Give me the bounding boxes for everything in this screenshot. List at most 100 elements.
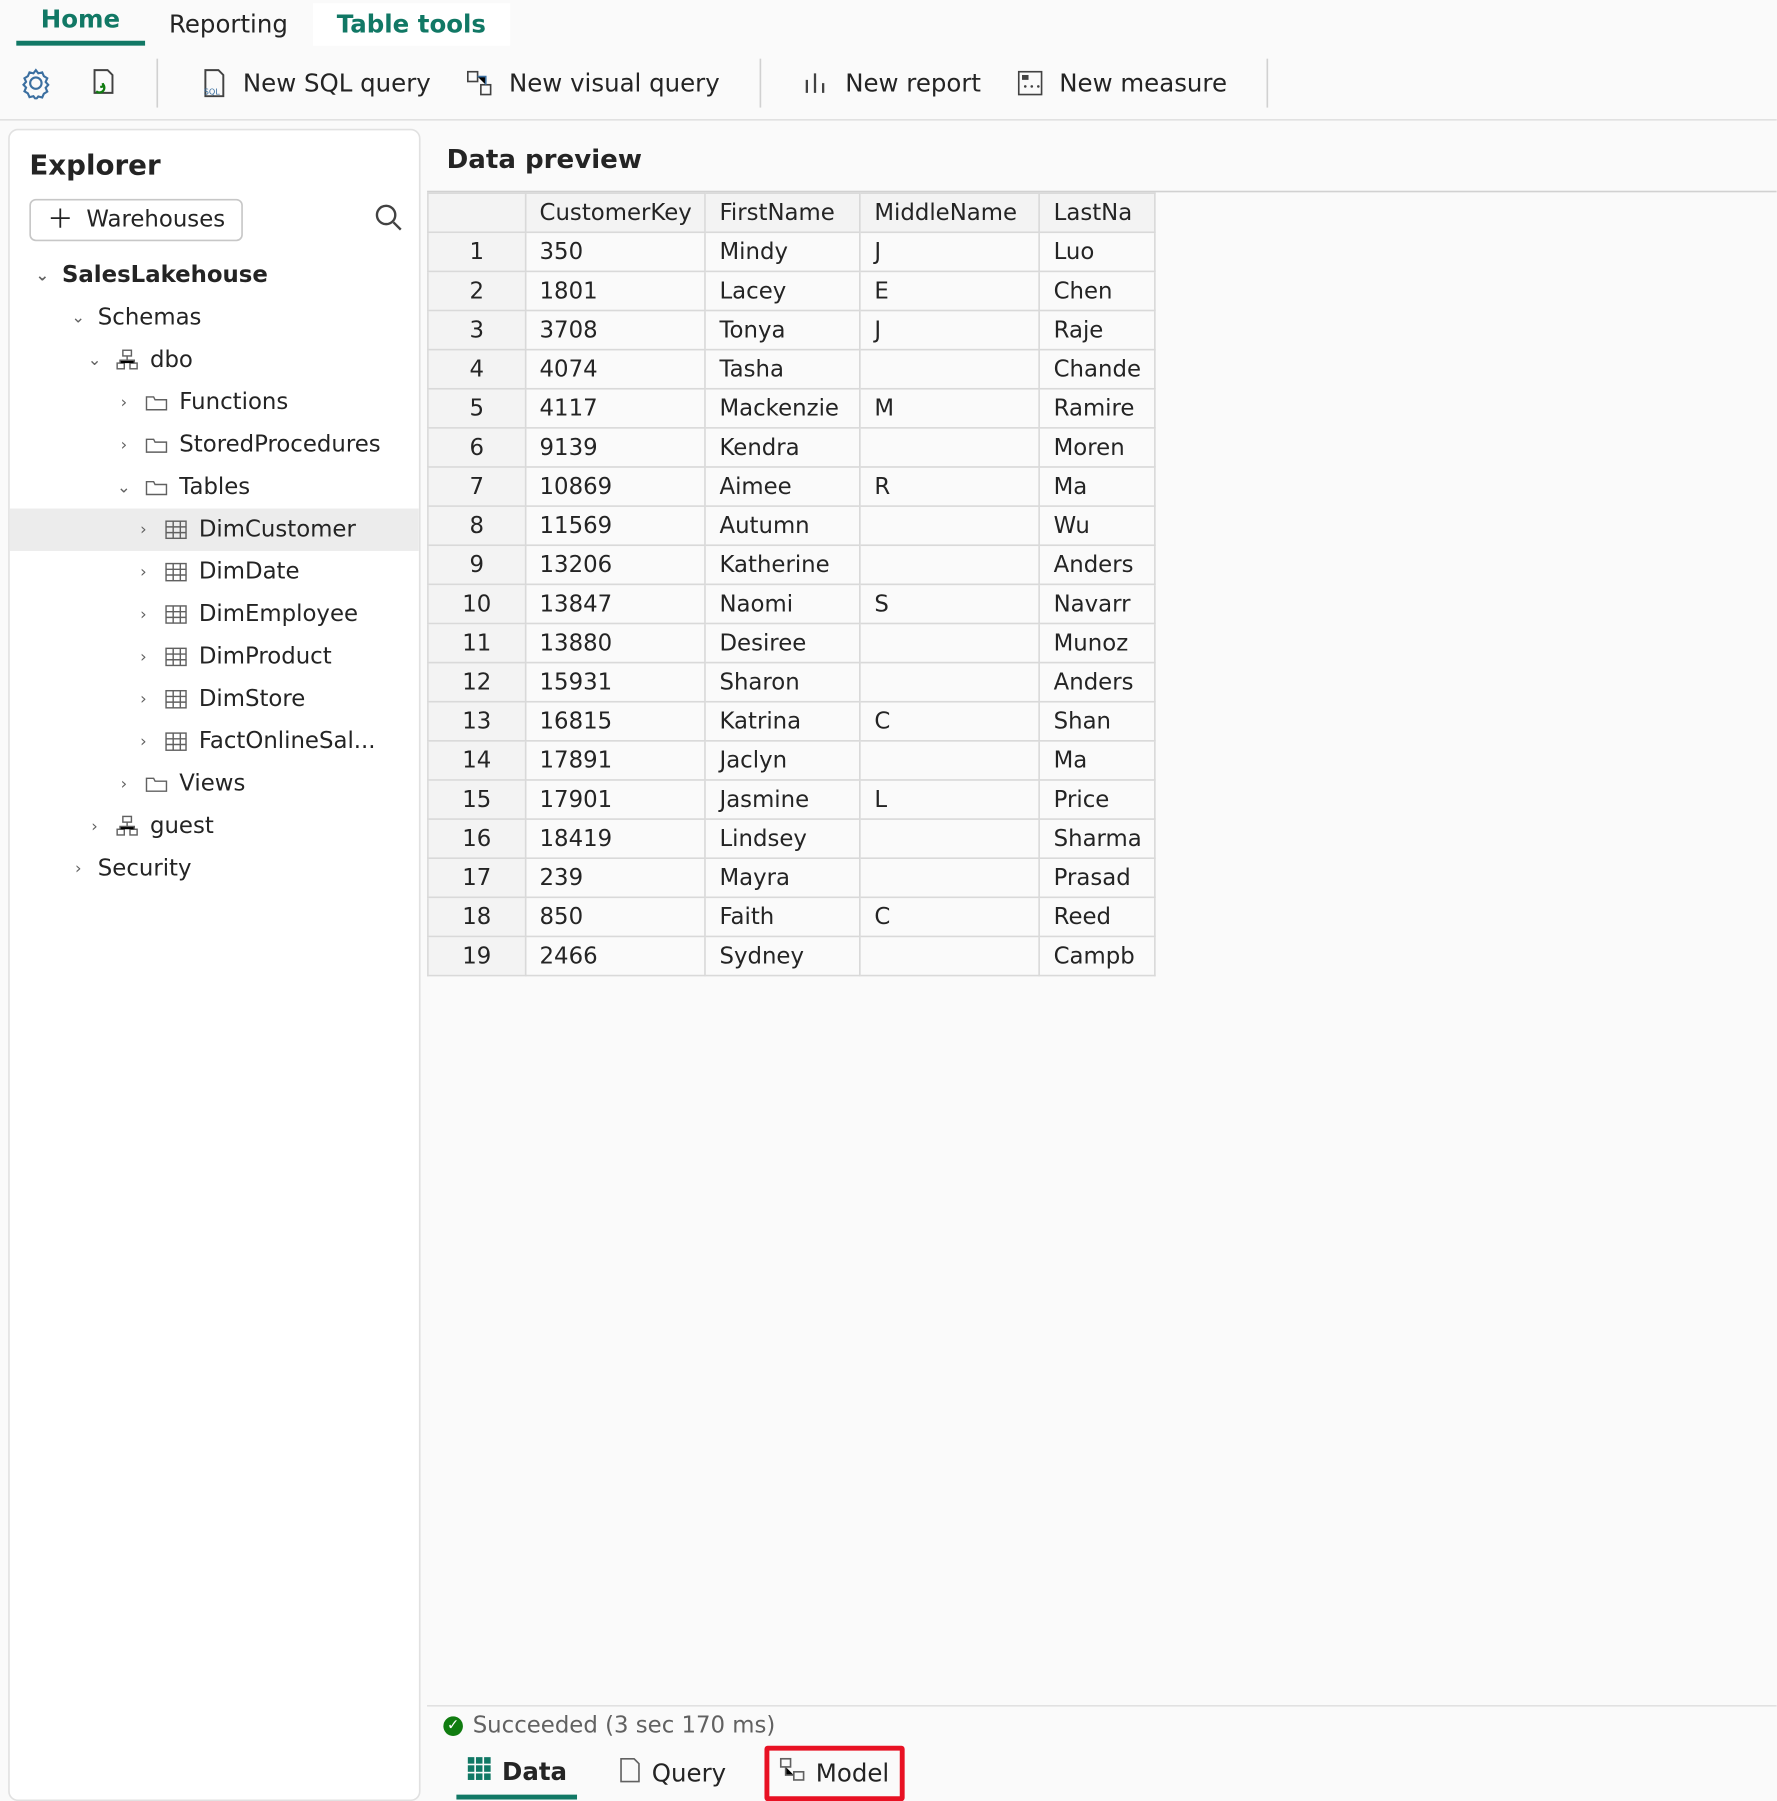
column-header-lastna[interactable]: LastNa (1040, 193, 1156, 232)
table-row[interactable]: 1517901JasmineLPrice (428, 780, 1156, 819)
ribbon-tab-strip: Home Reporting Table tools (0, 0, 1777, 46)
explorer-tree: ⌄SalesLakehouse ⌄Schemas ⌄dbo ›Functions… (10, 254, 419, 1799)
table-row[interactable]: 18850FaithCReed (428, 897, 1156, 936)
preview-title: Data preview (427, 121, 1777, 191)
row-number[interactable]: 6 (428, 428, 526, 467)
folder-icon (143, 390, 169, 416)
tree-views[interactable]: ›Views (10, 763, 419, 805)
row-header-blank[interactable] (428, 193, 526, 232)
tree-table-dimdate[interactable]: ›DimDate (10, 551, 419, 593)
table-row[interactable]: 1013847NaomiSNavarr (428, 584, 1156, 623)
warehouses-button[interactable]: ＋ Warehouses (29, 199, 243, 241)
table-row[interactable]: 710869AimeeRMa (428, 467, 1156, 506)
table-row[interactable]: 1417891JaclynMa (428, 741, 1156, 780)
grid-icon (466, 1755, 492, 1788)
chevron-down-icon: ⌄ (68, 309, 88, 327)
new-visual-label: New visual query (509, 68, 720, 97)
toolbar-separator (156, 58, 158, 107)
tree-table-factonlinesal[interactable]: ›FactOnlineSal... (10, 720, 419, 762)
tab-model[interactable]: Model (765, 1746, 904, 1801)
table-icon (163, 559, 189, 585)
row-number[interactable]: 15 (428, 780, 526, 819)
tab-data-label: Data (502, 1756, 567, 1785)
chevron-right-icon: › (134, 606, 154, 624)
tree-table-dimemployee[interactable]: ›DimEmployee (10, 593, 419, 635)
visual-query-icon (463, 66, 496, 99)
row-number[interactable]: 8 (428, 506, 526, 545)
row-number[interactable]: 4 (428, 350, 526, 389)
tree-table-dimproduct[interactable]: ›DimProduct (10, 636, 419, 678)
chevron-right-icon: › (68, 860, 88, 878)
new-sql-query-button[interactable]: SQL New SQL query (197, 66, 430, 99)
tree-schema-dbo[interactable]: ⌄dbo (10, 339, 419, 381)
row-number[interactable]: 5 (428, 389, 526, 428)
row-number[interactable]: 9 (428, 545, 526, 584)
row-number[interactable]: 2 (428, 271, 526, 310)
table-row[interactable]: 21801LaceyEChen (428, 271, 1156, 310)
explorer-title: Explorer (10, 130, 419, 198)
row-number[interactable]: 3 (428, 311, 526, 350)
explorer-header: ＋ Warehouses (10, 199, 419, 254)
folder-icon (143, 432, 169, 458)
column-header-customerkey[interactable]: CustomerKey (526, 193, 706, 232)
table-row[interactable]: 1350MindyJLuo (428, 232, 1156, 271)
ribbon-tab-home[interactable]: Home (16, 0, 144, 46)
row-number[interactable]: 19 (428, 936, 526, 975)
tree-storedprocedures[interactable]: ›StoredProcedures (10, 424, 419, 466)
row-number[interactable]: 18 (428, 897, 526, 936)
table-row[interactable]: 1113880DesireeMunoz (428, 623, 1156, 662)
warehouses-label: Warehouses (86, 207, 225, 233)
table-row[interactable]: 33708TonyaJRaje (428, 311, 1156, 350)
tree-table-dimstore[interactable]: ›DimStore (10, 678, 419, 720)
status-text: Succeeded (3 sec 170 ms) (473, 1713, 776, 1739)
table-row[interactable]: 69139KendraMoren (428, 428, 1156, 467)
data-grid[interactable]: CustomerKeyFirstNameMiddleNameLastNa1350… (427, 191, 1777, 1705)
tree-security[interactable]: ›Security (10, 848, 419, 890)
chevron-right-icon: › (134, 690, 154, 708)
chevron-right-icon: › (114, 394, 134, 412)
chevron-right-icon: › (114, 436, 134, 454)
row-number[interactable]: 16 (428, 819, 526, 858)
ribbon-tab-reporting[interactable]: Reporting (145, 3, 313, 45)
table-row[interactable]: 1316815KatrinaCShan (428, 702, 1156, 741)
column-header-firstname[interactable]: FirstName (706, 193, 861, 232)
report-icon (800, 66, 833, 99)
row-number[interactable]: 14 (428, 741, 526, 780)
tree-functions[interactable]: ›Functions (10, 381, 419, 423)
table-row[interactable]: 54117MackenzieMRamire (428, 389, 1156, 428)
chevron-right-icon: › (134, 521, 154, 539)
tree-tables[interactable]: ⌄Tables (10, 466, 419, 508)
gear-icon[interactable] (20, 66, 53, 99)
new-report-button[interactable]: New report (800, 66, 981, 99)
row-number[interactable]: 1 (428, 232, 526, 271)
tree-table-dimcustomer[interactable]: ›DimCustomer (10, 509, 419, 551)
table-row[interactable]: 811569AutumnWu (428, 506, 1156, 545)
row-number[interactable]: 7 (428, 467, 526, 506)
new-measure-label: New measure (1059, 68, 1227, 97)
new-measure-button[interactable]: New measure (1014, 66, 1227, 99)
table-row[interactable]: 913206KatherineAnders (428, 545, 1156, 584)
table-row[interactable]: 1618419LindseySharma (428, 819, 1156, 858)
plus-icon: ＋ (47, 207, 73, 233)
row-number[interactable]: 11 (428, 623, 526, 662)
refresh-data-icon[interactable] (85, 66, 118, 99)
row-number[interactable]: 17 (428, 858, 526, 897)
table-row[interactable]: 1215931SharonAnders (428, 663, 1156, 702)
tree-schema-guest[interactable]: ›guest (10, 805, 419, 847)
ribbon-tab-tabletools[interactable]: Table tools (312, 3, 510, 45)
row-number[interactable]: 12 (428, 663, 526, 702)
tab-data[interactable]: Data (456, 1748, 576, 1799)
tab-query[interactable]: Query (606, 1751, 736, 1797)
table-row[interactable]: 17239MayraPrasad (428, 858, 1156, 897)
table-row[interactable]: 44074TashaChande (428, 350, 1156, 389)
column-header-middlename[interactable]: MiddleName (860, 193, 1039, 232)
search-icon[interactable] (373, 202, 402, 238)
chevron-right-icon: › (134, 563, 154, 581)
chevron-right-icon: › (134, 733, 154, 751)
table-row[interactable]: 192466SydneyCampb (428, 936, 1156, 975)
tree-root-saleslakehouse[interactable]: ⌄SalesLakehouse (10, 254, 419, 296)
tree-schemas[interactable]: ⌄Schemas (10, 297, 419, 339)
row-number[interactable]: 13 (428, 702, 526, 741)
new-visual-query-button[interactable]: New visual query (463, 66, 719, 99)
row-number[interactable]: 10 (428, 584, 526, 623)
